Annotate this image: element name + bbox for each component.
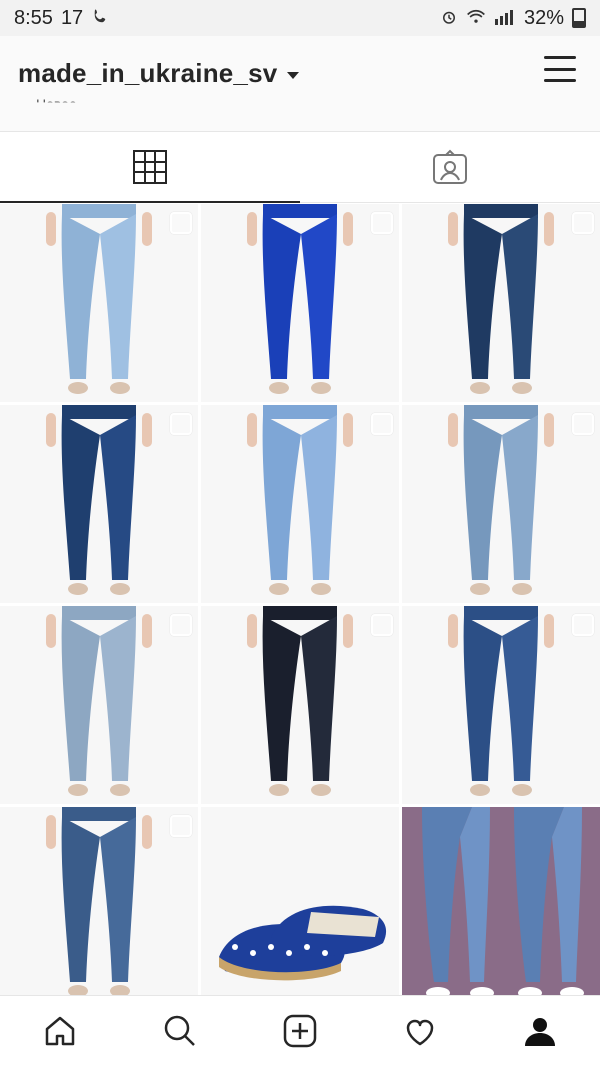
jeans-image xyxy=(247,204,353,394)
status-left: 8:55 17 xyxy=(14,7,109,30)
jeans-image xyxy=(247,606,353,796)
phone-icon xyxy=(91,8,109,29)
jeans-image xyxy=(46,606,152,796)
multiple-photos-icon xyxy=(371,413,393,435)
menu-icon-line xyxy=(544,56,576,59)
post-thumbnail[interactable] xyxy=(201,606,399,804)
post-thumbnail[interactable] xyxy=(0,204,198,402)
post-thumbnail[interactable] xyxy=(0,606,198,804)
signal-icon xyxy=(494,9,516,28)
wifi-icon xyxy=(466,9,486,28)
jeans-image xyxy=(448,606,554,796)
profile-icon xyxy=(525,1018,555,1046)
jeans-image xyxy=(46,405,152,595)
multiple-photos-icon xyxy=(170,815,192,837)
alarm-icon xyxy=(440,8,458,29)
nav-home[interactable] xyxy=(30,1001,90,1061)
post-thumbnail[interactable] xyxy=(201,204,399,402)
battery-icon xyxy=(572,8,586,28)
profile-tabs xyxy=(0,132,600,203)
posts-grid xyxy=(0,204,600,998)
post-thumbnail[interactable] xyxy=(402,204,600,402)
status-time: 8:55 xyxy=(14,6,53,29)
multiple-photos-icon xyxy=(572,212,594,234)
username: made_in_ukraine_sv xyxy=(18,58,278,88)
post-thumbnail[interactable] xyxy=(402,606,600,804)
multiple-photos-icon xyxy=(170,212,192,234)
multiple-photos-icon xyxy=(371,212,393,234)
jeans-image xyxy=(46,204,152,394)
chevron-down-icon xyxy=(287,72,300,79)
tagged-icon xyxy=(432,149,468,185)
status-bar: 8:55 17 32% xyxy=(0,0,600,36)
nav-add[interactable] xyxy=(270,1001,330,1061)
post-thumbnail[interactable] xyxy=(0,405,198,603)
heart-icon xyxy=(406,1019,434,1046)
multiple-photos-icon xyxy=(572,413,594,435)
tab-grid[interactable] xyxy=(0,132,300,203)
jeans-image xyxy=(402,807,600,998)
nav-search[interactable] xyxy=(150,1001,210,1061)
nav-profile[interactable] xyxy=(510,1001,570,1061)
partial-text: Новое xyxy=(36,96,77,112)
bottom-navigation xyxy=(0,995,600,1066)
menu-icon-line xyxy=(544,67,576,71)
profile-header: made_in_ukraine_sv Новое xyxy=(0,36,600,132)
status-temp: 17 xyxy=(60,6,84,29)
post-thumbnail[interactable] xyxy=(402,807,600,998)
status-right: 32% xyxy=(440,7,586,30)
jeans-image xyxy=(46,807,152,997)
post-thumbnail[interactable] xyxy=(402,405,600,603)
jeans-image xyxy=(448,405,554,595)
battery-percentage: 32% xyxy=(523,6,564,29)
jeans-image xyxy=(448,204,554,394)
grid-icon xyxy=(133,150,167,184)
multiple-photos-icon xyxy=(572,614,594,636)
tab-tagged[interactable] xyxy=(300,132,600,202)
account-switcher[interactable]: made_in_ukraine_sv xyxy=(18,58,300,89)
nav-activity[interactable] xyxy=(390,1001,450,1061)
multiple-photos-icon xyxy=(371,614,393,636)
menu-button[interactable] xyxy=(544,56,576,82)
multiple-photos-icon xyxy=(170,614,192,636)
shoe-image xyxy=(219,905,387,981)
multiple-photos-icon xyxy=(170,413,192,435)
add-post-icon xyxy=(283,1014,317,1048)
search-icon xyxy=(164,1015,195,1046)
jeans-image xyxy=(247,405,353,595)
post-thumbnail[interactable] xyxy=(0,807,198,998)
post-thumbnail[interactable] xyxy=(201,807,399,998)
menu-icon-line xyxy=(544,79,576,82)
post-thumbnail[interactable] xyxy=(201,405,399,603)
home-icon xyxy=(45,1016,75,1046)
